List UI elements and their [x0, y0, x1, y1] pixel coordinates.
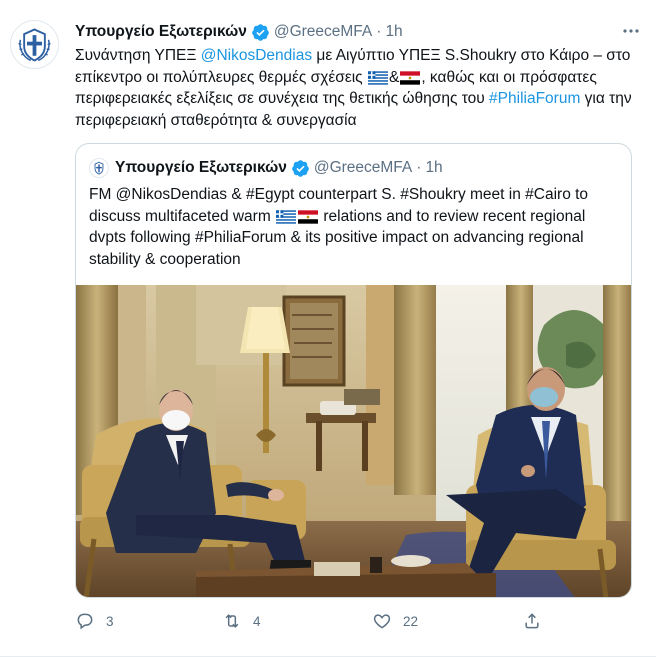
- reply-icon: [75, 611, 95, 631]
- coat-of-arms-icon: [11, 21, 58, 68]
- reply-button[interactable]: 3: [75, 609, 114, 633]
- tweet-timestamp[interactable]: 1h: [385, 23, 402, 41]
- author-name[interactable]: Υπουργείο Εξωτερικών: [75, 23, 247, 41]
- tweet-actions: 3 4 22: [75, 609, 595, 633]
- retweet-count: 4: [253, 613, 261, 629]
- quoted-author-avatar: [89, 158, 109, 178]
- meeting-photo-image: [76, 285, 631, 597]
- egypt-flag-icon: [400, 70, 421, 85]
- like-icon: [372, 611, 392, 631]
- meeting-photo[interactable]: [76, 285, 631, 597]
- mention-link[interactable]: @NikosDendias: [201, 47, 312, 64]
- retweet-button[interactable]: 4: [222, 609, 261, 633]
- more-options-icon[interactable]: [619, 21, 643, 41]
- quoted-tweet[interactable]: Υπουργείο Εξωτερικών @GreeceMFA · 1h FM …: [75, 143, 632, 598]
- share-button[interactable]: [522, 609, 542, 633]
- retweet-icon: [222, 611, 242, 631]
- quoted-tweet-timestamp: 1h: [425, 159, 443, 176]
- tweet[interactable]: Υπουργείο Εξωτερικών @GreeceMFA · 1h Συν…: [0, 0, 656, 657]
- quoted-tweet-text: FM @NikosDendias & #Egypt counterpart S.…: [89, 184, 624, 270]
- verified-badge-icon: [291, 159, 310, 178]
- author-avatar[interactable]: [10, 20, 59, 69]
- verified-badge-icon: [251, 23, 270, 42]
- greece-flag-icon: [367, 70, 388, 85]
- egypt-flag-icon: [298, 209, 319, 224]
- like-count: 22: [403, 613, 419, 629]
- like-button[interactable]: 22: [372, 609, 418, 633]
- tweet-header: Υπουργείο Εξωτερικών @GreeceMFA · 1h: [75, 21, 403, 43]
- separator-dot: ·: [376, 23, 382, 40]
- author-handle[interactable]: @GreeceMFA: [274, 23, 372, 41]
- greece-flag-icon: [276, 209, 297, 224]
- reply-count: 3: [106, 613, 114, 629]
- tweet-text: Συνάντηση ΥΠΕΞ @NikosDendias με Αιγύπτιο…: [75, 45, 640, 131]
- quoted-author-name: Υπουργείο Εξωτερικών: [115, 159, 287, 176]
- quoted-author-handle: @GreeceMFA: [313, 159, 413, 176]
- coat-of-arms-icon: [90, 159, 108, 177]
- quoted-tweet-header: Υπουργείο Εξωτερικών @GreeceMFA · 1h: [89, 157, 443, 179]
- share-icon: [522, 611, 542, 631]
- ampersand: &: [388, 68, 400, 86]
- separator-dot: ·: [416, 159, 422, 176]
- hashtag-link[interactable]: #PhiliaForum: [489, 90, 580, 107]
- tweet-text-part: Συνάντηση ΥΠΕΞ: [75, 47, 201, 64]
